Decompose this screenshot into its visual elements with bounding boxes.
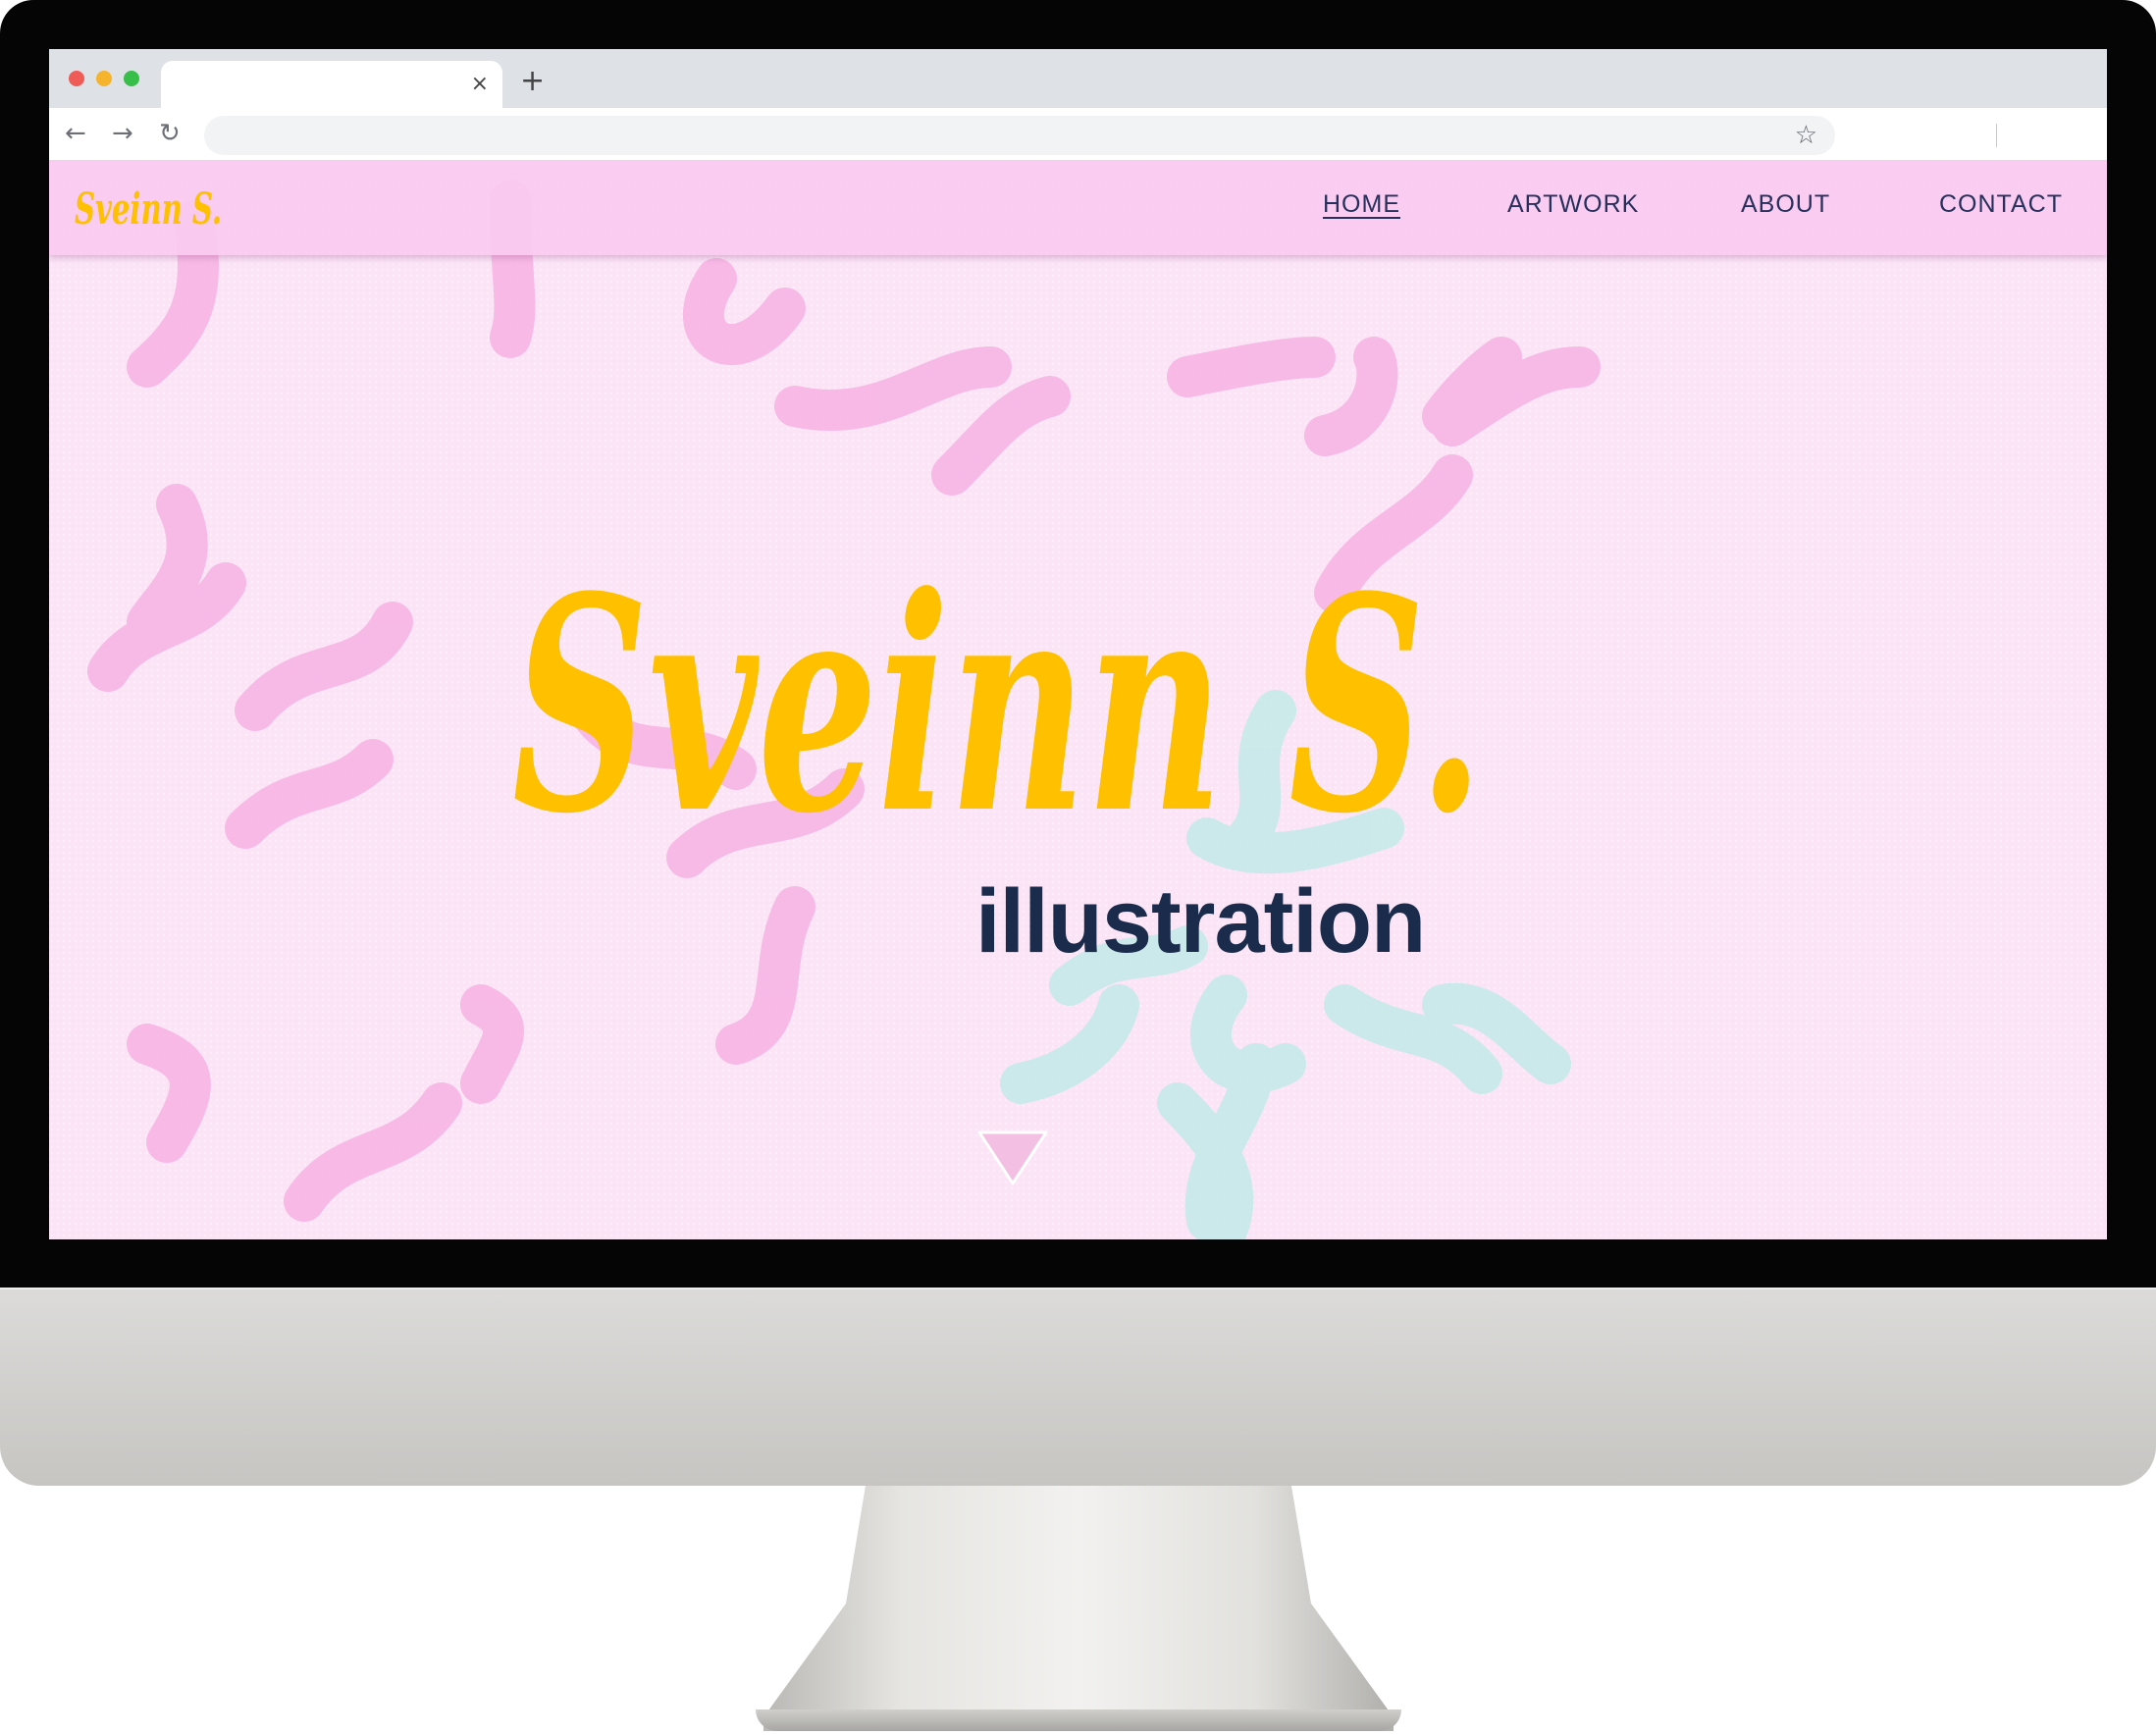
- bookmark-star-icon[interactable]: ☆: [1795, 120, 1817, 151]
- browser-toolbar: ← → ↻ ☆: [49, 108, 2107, 161]
- window-close-button[interactable]: [69, 71, 84, 86]
- monitor-stand: [763, 1486, 1394, 1731]
- window-maximize-button[interactable]: [124, 71, 139, 86]
- desktop-mockup: × + ← → ↻ ☆ Sveinn S. HOME ARTWORK ABOUT…: [0, 0, 2156, 1735]
- window-minimize-button[interactable]: [96, 71, 112, 86]
- hero-subtitle: illustration: [975, 871, 1426, 972]
- website-hero: Sveinn S. HOME ARTWORK ABOUT CONTACT Sve…: [49, 161, 2107, 1239]
- browser-tab[interactable]: ×: [161, 61, 502, 108]
- site-logo[interactable]: Sveinn S.: [71, 173, 237, 241]
- logo-text: Sveinn S.: [75, 184, 222, 235]
- nav-link-artwork[interactable]: ARTWORK: [1507, 188, 1639, 220]
- monitor-chin: [0, 1288, 2156, 1486]
- reload-icon[interactable]: ↻: [159, 118, 181, 149]
- toolbar-divider: [1996, 124, 1997, 147]
- monitor-stand-base: [756, 1709, 1401, 1731]
- site-navbar: Sveinn S. HOME ARTWORK ABOUT CONTACT: [49, 161, 2107, 255]
- hero-logo: Sveinn S.: [512, 532, 1484, 878]
- browser-tab-strip: × +: [49, 49, 2107, 108]
- browser-window: × + ← → ↻ ☆ Sveinn S. HOME ARTWORK ABOUT…: [49, 49, 2107, 1239]
- new-tab-button[interactable]: +: [520, 65, 545, 98]
- nav-link-home[interactable]: HOME: [1323, 188, 1400, 220]
- nav-link-contact[interactable]: CONTACT: [1939, 188, 2063, 220]
- forward-arrow-icon[interactable]: →: [112, 118, 133, 149]
- hero-title: Sveinn S.: [512, 532, 1484, 878]
- nav-link-about[interactable]: ABOUT: [1741, 188, 1830, 220]
- back-arrow-icon[interactable]: ←: [65, 118, 86, 149]
- address-bar[interactable]: ☆: [204, 116, 1835, 155]
- close-icon[interactable]: ×: [471, 71, 489, 98]
- scroll-down-arrow-icon[interactable]: [975, 1127, 1050, 1185]
